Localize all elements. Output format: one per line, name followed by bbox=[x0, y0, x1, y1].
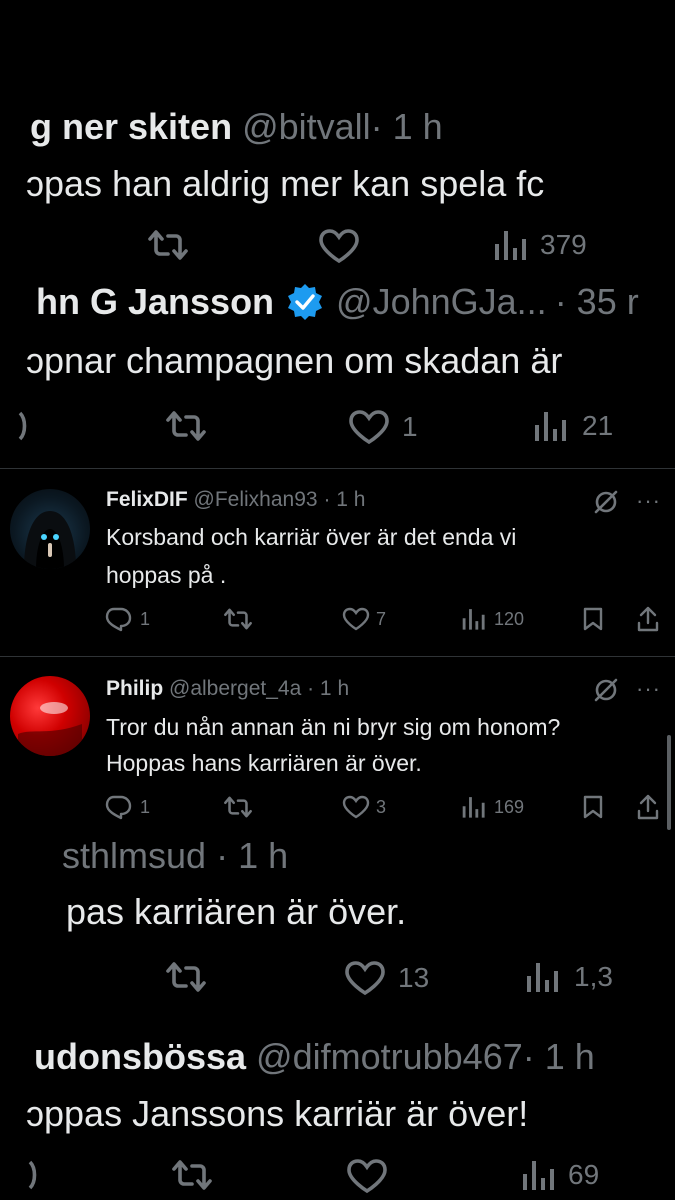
reply-icon bbox=[104, 794, 132, 820]
post-2-header: hn G Jansson @JohnGJa... · 35 r bbox=[36, 281, 639, 323]
views-group[interactable]: 69 bbox=[522, 1158, 599, 1192]
views-group[interactable]: 120 bbox=[462, 607, 524, 631]
views-count: 21 bbox=[582, 410, 614, 441]
views-count: 1,3 bbox=[574, 961, 613, 992]
repost-icon[interactable] bbox=[164, 960, 208, 994]
more-icon[interactable]: ··· bbox=[636, 488, 661, 514]
like-icon[interactable] bbox=[346, 1158, 388, 1194]
reply-count: 1 bbox=[140, 608, 151, 629]
more-icon[interactable]: ··· bbox=[636, 676, 661, 702]
views-icon bbox=[526, 960, 560, 994]
timestamp[interactable]: · 1 h bbox=[523, 1036, 595, 1077]
like-icon bbox=[342, 607, 370, 631]
avatar[interactable] bbox=[10, 676, 90, 756]
like-icon bbox=[342, 795, 370, 819]
grok-icon[interactable] bbox=[592, 488, 620, 516]
handle[interactable]: @alberget_4a bbox=[169, 677, 301, 700]
views-group[interactable]: 21 bbox=[534, 409, 613, 443]
share-icon[interactable] bbox=[636, 605, 660, 633]
reply-2-text-line1: Tror du nån annan än ni bryr sig om hono… bbox=[106, 714, 561, 740]
like-count: 3 bbox=[376, 796, 387, 817]
post-3-header: sthlmsud · 1 h bbox=[62, 835, 288, 877]
like-count: 7 bbox=[376, 608, 387, 629]
display-name[interactable]: udonsbössa bbox=[34, 1036, 246, 1077]
reply-icon bbox=[104, 606, 132, 632]
handle[interactable]: @Felixhan93 bbox=[194, 488, 318, 511]
display-name[interactable]: hn G Jansson bbox=[36, 281, 274, 323]
bookmark-icon[interactable] bbox=[582, 606, 604, 632]
reply-group[interactable]: 1 bbox=[104, 606, 150, 632]
post-4-header: udonsbössa @difmotrubb467· 1 h bbox=[34, 1036, 595, 1078]
verified-badge-icon bbox=[286, 283, 324, 321]
avatar[interactable] bbox=[10, 489, 90, 569]
divider bbox=[0, 468, 675, 469]
like-icon bbox=[348, 409, 390, 445]
post-1-header: g ner skiten @bitvall· 1 h bbox=[30, 106, 443, 148]
views-icon bbox=[462, 795, 486, 819]
views-icon bbox=[462, 607, 486, 631]
display-name[interactable]: FelixDIF bbox=[106, 488, 188, 511]
like-group[interactable]: 3 bbox=[342, 795, 386, 819]
post-4-text: ɔppas Janssons karriär är över! bbox=[26, 1093, 529, 1134]
repost-icon[interactable] bbox=[222, 607, 254, 631]
post-3-text: pas karriären är över. bbox=[66, 891, 407, 932]
views-group[interactable]: 1,3 bbox=[526, 960, 613, 994]
views-group[interactable]: 379 bbox=[494, 228, 587, 262]
reply-1-text-line2: hoppas på . bbox=[106, 562, 227, 588]
handle[interactable]: sthlmsud bbox=[62, 835, 206, 876]
divider bbox=[0, 656, 675, 657]
scrollbar[interactable] bbox=[667, 735, 671, 830]
views-count: 169 bbox=[494, 796, 525, 817]
like-group[interactable]: 7 bbox=[342, 607, 386, 631]
like-group[interactable]: 1 bbox=[348, 409, 418, 445]
share-icon[interactable] bbox=[636, 793, 660, 821]
repost-icon[interactable] bbox=[170, 1158, 214, 1192]
post-1-text: ɔpas han aldrig mer kan spela fc bbox=[26, 163, 545, 204]
timestamp[interactable]: · 1 h bbox=[371, 106, 443, 147]
timestamp[interactable]: · 1 h bbox=[323, 488, 365, 511]
like-icon[interactable] bbox=[318, 228, 360, 264]
reply-count: 1 bbox=[140, 796, 151, 817]
repost-icon[interactable] bbox=[146, 228, 190, 262]
like-count: 13 bbox=[398, 962, 430, 993]
bookmark-icon[interactable] bbox=[582, 794, 604, 820]
views-icon bbox=[534, 409, 568, 443]
timestamp[interactable]: · 35 r bbox=[555, 281, 639, 323]
post-2-text: ɔpnar champagnen om skadan är bbox=[26, 340, 563, 381]
like-group[interactable]: 13 bbox=[344, 960, 429, 996]
handle[interactable]: @bitvall bbox=[242, 106, 371, 147]
repost-icon[interactable] bbox=[164, 409, 208, 443]
handle[interactable]: @difmotrubb467 bbox=[256, 1036, 523, 1077]
handle[interactable]: @JohnGJa... bbox=[336, 281, 547, 323]
like-icon bbox=[344, 960, 386, 996]
views-count: 120 bbox=[494, 608, 525, 629]
reply-1-text-line1: Korsband och karriär över är det enda vi bbox=[106, 524, 517, 550]
reply-icon-cropped[interactable] bbox=[28, 1158, 38, 1192]
views-count: 379 bbox=[540, 229, 587, 260]
views-icon bbox=[494, 228, 528, 262]
reply-group[interactable]: 1 bbox=[104, 794, 150, 820]
display-name[interactable]: g ner skiten bbox=[30, 106, 232, 147]
repost-icon[interactable] bbox=[222, 795, 254, 819]
timestamp[interactable]: · 1 h bbox=[216, 835, 288, 876]
reply-icon-cropped[interactable] bbox=[18, 409, 28, 443]
views-icon bbox=[522, 1158, 556, 1192]
like-count: 1 bbox=[402, 411, 418, 442]
reply-2-header: Philip @alberget_4a · 1 h bbox=[106, 677, 349, 701]
grok-icon[interactable] bbox=[592, 676, 620, 704]
timestamp[interactable]: · 1 h bbox=[307, 677, 349, 700]
display-name[interactable]: Philip bbox=[106, 677, 163, 700]
views-group[interactable]: 169 bbox=[462, 795, 524, 819]
reply-2-text-line2: Hoppas hans karriären är över. bbox=[106, 750, 422, 776]
views-count: 69 bbox=[568, 1159, 600, 1190]
reply-1-header: FelixDIF @Felixhan93 · 1 h bbox=[106, 488, 365, 512]
